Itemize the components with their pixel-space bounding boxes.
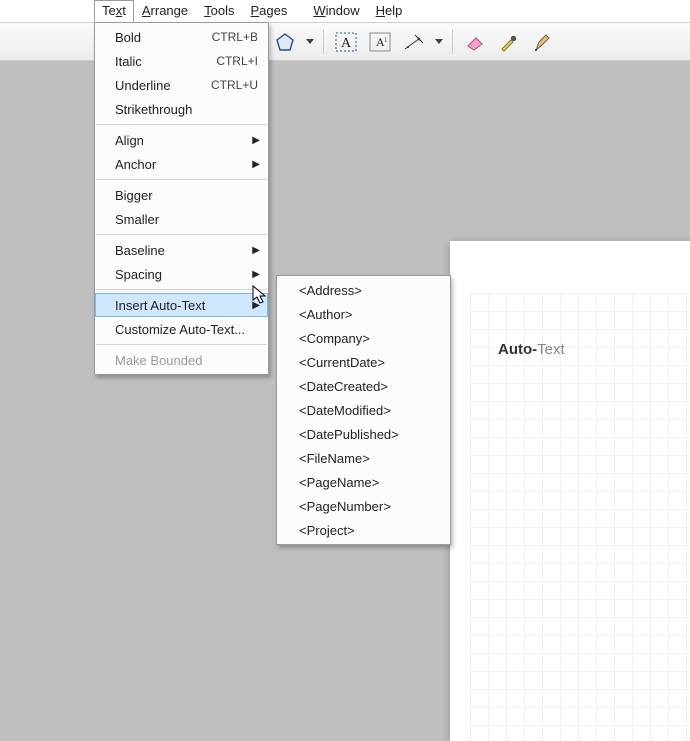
polygon-icon bbox=[275, 32, 295, 52]
svg-text:A: A bbox=[341, 36, 352, 51]
menu-pages[interactable]: Pages bbox=[242, 0, 295, 22]
text-label-tool[interactable]: A 1 bbox=[365, 27, 395, 57]
menubar: Text Arrange Tools Pages Window Help bbox=[0, 0, 690, 23]
auto-text-option-label: <Address> bbox=[299, 283, 362, 298]
menu-window[interactable]: Window bbox=[305, 0, 367, 22]
menu-separator bbox=[96, 124, 267, 125]
toolbar-separator bbox=[323, 30, 324, 54]
auto-text-option[interactable]: <Address> bbox=[277, 278, 450, 302]
menu-item-bigger[interactable]: Bigger bbox=[95, 183, 268, 207]
auto-text-option-label: <Project> bbox=[299, 523, 355, 538]
auto-text-option-label: <DatePublished> bbox=[299, 427, 399, 442]
submenu-arrow-icon: ▶ bbox=[252, 245, 260, 256]
menu-item-accelerator: CTRL+B bbox=[212, 30, 258, 44]
auto-text-option[interactable]: <Author> bbox=[277, 302, 450, 326]
auto-text-option-label: <DateCreated> bbox=[299, 379, 388, 394]
menu-item-italic[interactable]: ItalicCTRL+I bbox=[95, 49, 268, 73]
submenu-arrow-icon: ▶ bbox=[252, 135, 260, 146]
auto-text-option[interactable]: <Project> bbox=[277, 518, 450, 542]
document-page[interactable]: Auto-Text bbox=[450, 241, 690, 741]
menu-arrange[interactable]: Arrange bbox=[134, 0, 196, 22]
auto-text-option[interactable]: <CurrentDate> bbox=[277, 350, 450, 374]
auto-text-rest: Text bbox=[537, 341, 565, 358]
auto-text-option-label: <Author> bbox=[299, 307, 353, 322]
auto-text-option[interactable]: <FileName> bbox=[277, 446, 450, 470]
auto-text-option[interactable]: <PageName> bbox=[277, 470, 450, 494]
menu-item-accelerator: CTRL+I bbox=[216, 54, 258, 68]
eyedropper-icon bbox=[498, 32, 520, 52]
menu-item-anchor[interactable]: Anchor▶ bbox=[95, 152, 268, 176]
insert-auto-text-submenu: <Address> <Author> <Company> <CurrentDate> <… bbox=[276, 275, 451, 545]
menu-help[interactable]: Help bbox=[368, 0, 411, 22]
eraser-tool[interactable] bbox=[460, 27, 490, 57]
auto-text-prefix: Auto- bbox=[498, 341, 537, 358]
menu-separator bbox=[96, 179, 267, 180]
menu-item-spacing[interactable]: Spacing▶ bbox=[95, 262, 268, 286]
menu-item-bold[interactable]: BoldCTRL+B bbox=[95, 25, 268, 49]
menu-item-label: Spacing bbox=[115, 267, 258, 282]
text-frame-icon: A bbox=[335, 32, 357, 52]
chevron-down-icon bbox=[306, 38, 314, 46]
menu-item-label: Customize Auto-Text... bbox=[115, 322, 258, 337]
auto-text-option[interactable]: <PageNumber> bbox=[277, 494, 450, 518]
menu-text[interactable]: Text bbox=[94, 0, 134, 22]
menu-item-label: Bold bbox=[115, 30, 212, 45]
polygon-dropdown[interactable] bbox=[304, 38, 316, 46]
menu-item-label: Underline bbox=[115, 78, 211, 93]
auto-text-option[interactable]: <Company> bbox=[277, 326, 450, 350]
auto-text-option[interactable]: <DateCreated> bbox=[277, 374, 450, 398]
menu-separator bbox=[96, 234, 267, 235]
menu-item-underline[interactable]: UnderlineCTRL+U bbox=[95, 73, 268, 97]
menu-item-label: Strikethrough bbox=[115, 102, 258, 117]
auto-text-option-label: <Company> bbox=[299, 331, 370, 346]
auto-text-option[interactable]: <DatePublished> bbox=[277, 422, 450, 446]
polygon-tool[interactable] bbox=[270, 27, 300, 57]
submenu-arrow-icon: ▶ bbox=[252, 159, 260, 170]
menu-item-label: Make Bounded bbox=[115, 353, 258, 368]
auto-text-option[interactable]: <DateModified> bbox=[277, 398, 450, 422]
text-label-icon: A 1 bbox=[369, 32, 391, 52]
dimension-dropdown[interactable] bbox=[433, 38, 445, 46]
menu-item-label: Italic bbox=[115, 54, 216, 69]
menu-item-make-bounded: Make Bounded bbox=[95, 348, 268, 372]
eraser-icon bbox=[464, 32, 486, 52]
dimension-tool[interactable] bbox=[399, 27, 429, 57]
auto-text-placeholder: Auto-Text bbox=[498, 341, 565, 358]
dimension-icon bbox=[403, 32, 425, 52]
auto-text-option-label: <CurrentDate> bbox=[299, 355, 385, 370]
menu-tools[interactable]: Tools bbox=[196, 0, 242, 22]
auto-text-option-label: <FileName> bbox=[299, 451, 370, 466]
submenu-arrow-icon: ▶ bbox=[252, 300, 260, 311]
menu-item-label: Align bbox=[115, 133, 258, 148]
menu-item-align[interactable]: Align▶ bbox=[95, 128, 268, 152]
pen-tool[interactable] bbox=[528, 27, 558, 57]
menu-item-smaller[interactable]: Smaller bbox=[95, 207, 268, 231]
menu-item-strikethrough[interactable]: Strikethrough bbox=[95, 97, 268, 121]
menu-item-insert-auto-text[interactable]: Insert Auto-Text▶ bbox=[95, 293, 268, 317]
menu-item-label: Bigger bbox=[115, 188, 258, 203]
menu-item-label: Anchor bbox=[115, 157, 258, 172]
auto-text-option-label: <DateModified> bbox=[299, 403, 391, 418]
menu-item-accelerator: CTRL+U bbox=[211, 78, 258, 92]
svg-text:1: 1 bbox=[384, 36, 388, 44]
chevron-down-icon bbox=[435, 38, 443, 46]
page-grid bbox=[470, 293, 690, 741]
text-frame-tool[interactable]: A bbox=[331, 27, 361, 57]
menu-item-label: Smaller bbox=[115, 212, 258, 227]
menu-separator bbox=[96, 344, 267, 345]
toolbar-separator bbox=[452, 30, 453, 54]
menu-separator bbox=[96, 289, 267, 290]
eyedropper-tool[interactable] bbox=[494, 27, 524, 57]
menu-item-baseline[interactable]: Baseline▶ bbox=[95, 238, 268, 262]
pen-icon bbox=[532, 32, 554, 52]
auto-text-option-label: <PageNumber> bbox=[299, 499, 391, 514]
text-menu: BoldCTRL+BItalicCTRL+IUnderlineCTRL+UStr… bbox=[94, 22, 269, 375]
menu-item-label: Insert Auto-Text bbox=[115, 298, 258, 313]
menu-item-label: Baseline bbox=[115, 243, 258, 258]
auto-text-option-label: <PageName> bbox=[299, 475, 379, 490]
submenu-arrow-icon: ▶ bbox=[252, 269, 260, 280]
menu-item-customize-auto-text[interactable]: Customize Auto-Text... bbox=[95, 317, 268, 341]
